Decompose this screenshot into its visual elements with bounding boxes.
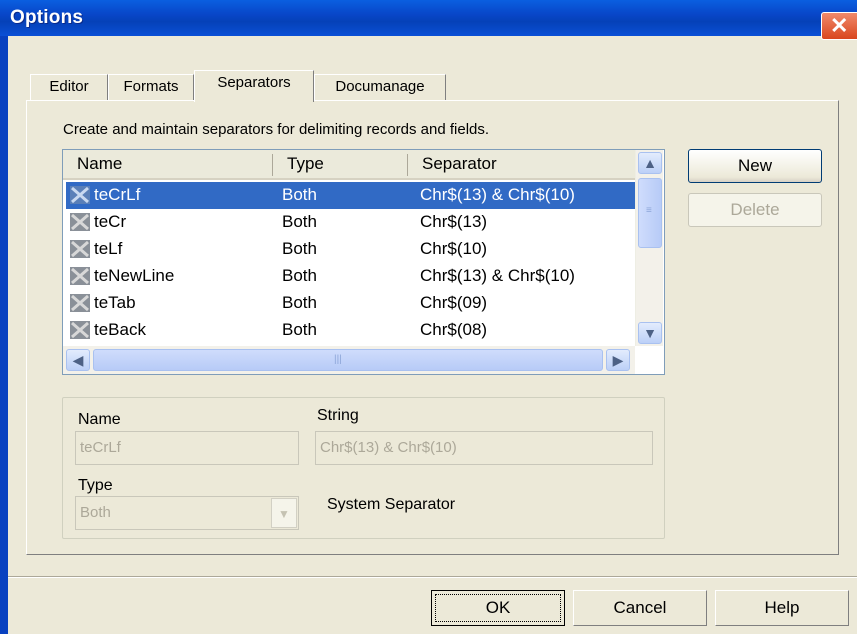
system-separator-text: System Separator <box>327 496 456 513</box>
row-type: Both <box>282 266 317 285</box>
horizontal-scrollbar[interactable]: ◀ ||| ▶ <box>63 346 635 374</box>
row-type: Both <box>282 185 317 204</box>
table-row[interactable]: teBack Both Chr$(08) <box>66 317 636 344</box>
row-name: teNewLine <box>94 266 175 285</box>
tab-documanage[interactable]: Documanage <box>314 74 446 101</box>
row-type: Both <box>282 320 317 339</box>
tab-formats[interactable]: Formats <box>108 74 194 101</box>
ok-button[interactable]: OK <box>431 590 565 626</box>
column-header-separator[interactable]: Separator <box>408 150 635 180</box>
row-type: Both <box>282 239 317 258</box>
separator-icon <box>70 213 90 231</box>
table-row[interactable]: teTab Both Chr$(09) <box>66 290 636 317</box>
table-row[interactable]: teCr Both Chr$(13) <box>66 209 636 236</box>
title-bar: Options <box>0 0 857 36</box>
row-separator: Chr$(09) <box>420 293 488 312</box>
name-field[interactable]: teCrLf <box>75 431 299 465</box>
horizontal-scroll-thumb[interactable]: ||| <box>93 349 603 371</box>
footer-divider <box>8 576 857 578</box>
delete-button[interactable]: Delete <box>688 193 822 227</box>
row-separator: Chr$(13) <box>420 212 488 231</box>
table-row[interactable]: teNewLine Both Chr$(13) & Chr$(10) <box>66 263 636 290</box>
help-button[interactable]: Help <box>715 590 849 626</box>
window-border <box>0 36 8 634</box>
row-name: teTab <box>94 293 136 312</box>
table-row[interactable]: teCrLf Both Chr$(13) & Chr$(10) <box>66 182 636 209</box>
separator-icon <box>70 267 90 285</box>
name-label: Name <box>78 411 121 428</box>
string-label: String <box>317 407 359 424</box>
tab-separators[interactable]: Separators <box>194 70 314 102</box>
row-separator: Chr$(10) <box>420 239 488 258</box>
column-header-type[interactable]: Type <box>273 150 408 180</box>
row-name: teCr <box>94 212 127 231</box>
row-separator: Chr$(13) & Chr$(10) <box>420 266 575 285</box>
string-field[interactable]: Chr$(13) & Chr$(10) <box>315 431 653 465</box>
column-header-name[interactable]: Name <box>63 150 273 180</box>
type-label: Type <box>78 477 113 494</box>
vertical-scrollbar[interactable]: ▲ ≡ ▼ <box>635 150 663 346</box>
scroll-right-icon[interactable]: ▶ <box>606 349 630 371</box>
row-name: teCrLf <box>94 185 141 204</box>
row-name: teBack <box>94 320 146 339</box>
scroll-up-icon[interactable]: ▲ <box>638 152 662 174</box>
row-separator: Chr$(13) & Chr$(10) <box>420 185 575 204</box>
separator-icon <box>70 240 90 258</box>
row-name: teLf <box>94 239 123 258</box>
row-type: Both <box>282 212 317 231</box>
scroll-down-icon[interactable]: ▼ <box>638 322 662 344</box>
chevron-down-icon[interactable]: ▼ <box>271 498 297 528</box>
cancel-button[interactable]: Cancel <box>573 590 707 626</box>
separator-icon <box>70 321 90 339</box>
row-separator: Chr$(08) <box>420 320 488 339</box>
description-text: Create and maintain separators for delim… <box>63 121 490 138</box>
scroll-left-icon[interactable]: ◀ <box>66 349 90 371</box>
new-button[interactable]: New <box>688 149 822 183</box>
separator-icon <box>70 294 90 312</box>
close-icon[interactable]: ✕ <box>821 12 857 40</box>
separator-list[interactable]: Name Type Separator teCrLf Both Chr$(13) &… <box>62 149 665 375</box>
vertical-scroll-thumb[interactable]: ≡ <box>638 178 662 248</box>
window-title: Options <box>10 7 84 28</box>
type-select[interactable]: Both ▼ <box>75 496 299 530</box>
table-row[interactable]: teLf Both Chr$(10) <box>66 236 636 263</box>
tab-editor[interactable]: Editor <box>30 74 108 101</box>
separator-icon <box>70 186 90 204</box>
type-select-value: Both <box>80 504 111 521</box>
row-type: Both <box>282 293 317 312</box>
